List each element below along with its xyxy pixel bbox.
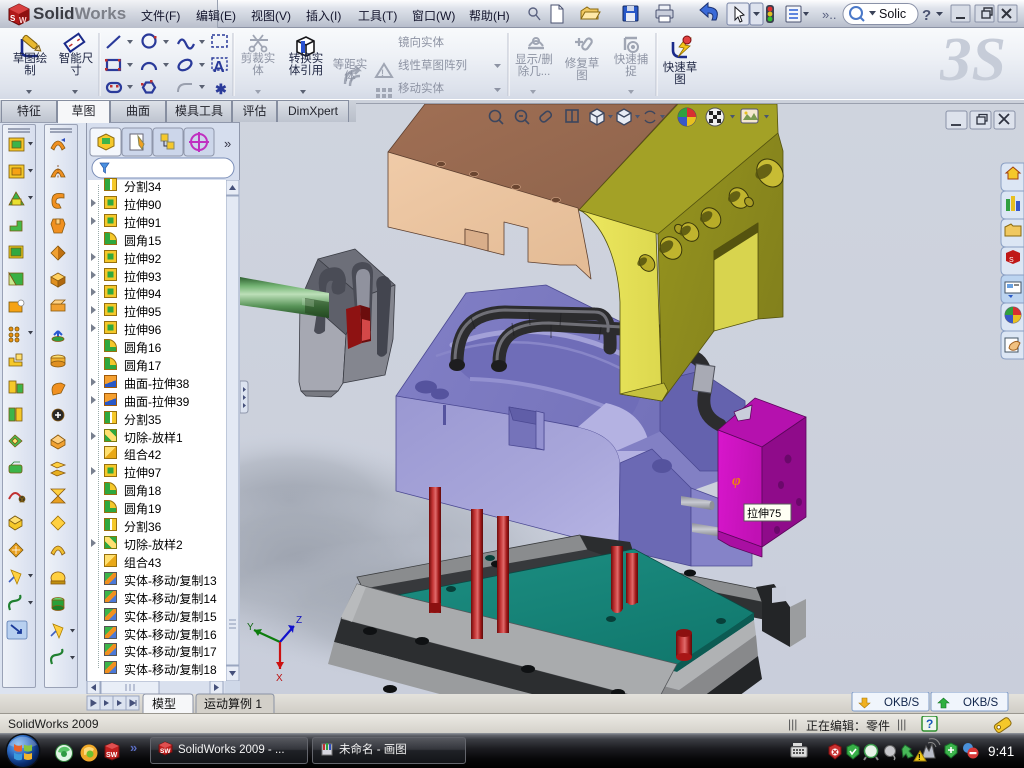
svg-text:SW: SW xyxy=(160,748,171,755)
svg-text:S: S xyxy=(1009,257,1014,264)
svg-text:拉伸75: 拉伸75 xyxy=(747,506,781,520)
svg-text:x: x xyxy=(20,495,24,504)
svg-text:?: ? xyxy=(922,7,931,24)
svg-text:?: ? xyxy=(926,717,933,731)
svg-text:»: » xyxy=(130,740,137,755)
svg-text:SW: SW xyxy=(106,752,118,759)
svg-text:运动算例 1: 运动算例 1 xyxy=(204,696,262,711)
svg-text:Solic: Solic xyxy=(879,7,906,21)
svg-text:9:41: 9:41 xyxy=(988,744,1014,759)
svg-text:X: X xyxy=(276,673,283,684)
svg-text:Y: Y xyxy=(247,622,254,633)
svg-text:φ: φ xyxy=(732,473,741,489)
svg-text:OKB/S: OKB/S xyxy=(884,697,919,709)
svg-text:»..: ».. xyxy=(822,7,836,22)
svg-text:A: A xyxy=(213,59,225,76)
svg-text:模型: 模型 xyxy=(152,697,176,711)
svg-text:»: » xyxy=(224,136,231,151)
svg-text:✱: ✱ xyxy=(215,81,227,97)
svg-text:!: ! xyxy=(381,68,384,78)
svg-text:W: W xyxy=(19,16,27,25)
svg-text:S: S xyxy=(10,14,16,23)
svg-text:OKB/S: OKB/S xyxy=(963,697,998,709)
svg-text:Z: Z xyxy=(296,615,302,626)
svg-text:!: ! xyxy=(918,753,921,762)
